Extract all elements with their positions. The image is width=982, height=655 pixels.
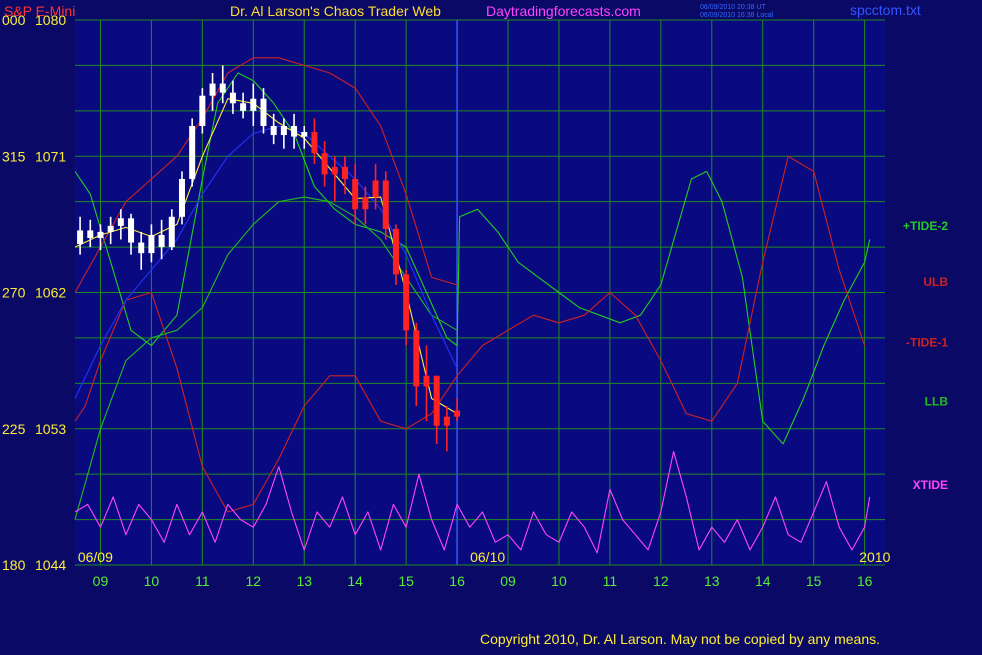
price-bar-body <box>128 218 135 243</box>
x-tick-label: 12 <box>246 573 262 589</box>
price-bar-body <box>189 125 196 179</box>
series-label: +TIDE-2 <box>903 219 948 233</box>
y-tick-price: 1044 <box>35 557 66 573</box>
price-bar-body <box>148 234 155 254</box>
x-tick-label: 15 <box>398 573 414 589</box>
price-bar-body <box>199 95 206 126</box>
timestamp-local: 06/09/2010 16:38 Local <box>700 12 774 19</box>
x-tick-label: 10 <box>144 573 160 589</box>
x-tick-label: 12 <box>653 573 669 589</box>
series-label: LLB <box>925 395 949 409</box>
price-bar-body <box>178 178 185 217</box>
price-bar-body <box>301 132 308 137</box>
copyright-notice: Copyright 2010, Dr. Al Larson. May not b… <box>480 631 880 647</box>
price-bar-body <box>291 125 298 137</box>
price-bar-body <box>168 216 175 248</box>
x-tick-label: 11 <box>195 573 210 589</box>
price-bar-body <box>250 98 257 111</box>
price-bar-body <box>138 242 145 254</box>
x-tick-label: 11 <box>603 573 618 589</box>
price-bar-body <box>372 180 379 198</box>
x-tick-label: 13 <box>296 573 312 589</box>
y-tick-code: 180 <box>2 557 26 573</box>
price-bar-body <box>77 230 84 245</box>
price-bar-body <box>240 103 247 111</box>
site-link[interactable]: Daytradingforecasts.com <box>486 3 641 19</box>
x-tick-label: 10 <box>551 573 567 589</box>
x-tick-label: 14 <box>347 573 363 589</box>
price-bar-body <box>392 228 399 275</box>
chart-title: Dr. Al Larson's Chaos Trader Web <box>230 3 441 19</box>
price-bar-body <box>117 218 124 226</box>
y-tick-code: 225 <box>2 421 26 437</box>
price-bar-body <box>87 230 94 238</box>
y-tick-price: 1071 <box>35 148 66 164</box>
price-bar-body <box>413 330 420 387</box>
x-tick-label: 14 <box>755 573 771 589</box>
date-label: 06/09 <box>78 549 113 565</box>
price-bar-body <box>260 98 267 126</box>
x-tick-label: 16 <box>449 573 465 589</box>
price-bar-body <box>423 375 430 387</box>
price-bar-body <box>352 178 359 210</box>
price-bar-body <box>443 416 450 426</box>
price-bar-body <box>454 410 461 417</box>
chart-container: 000 1080 315 1071 270 1062 225 1053 180 1044 09 10 1… <box>0 0 982 650</box>
price-bar-body <box>433 375 440 426</box>
price-bar-body <box>382 180 389 229</box>
price-bar-body <box>362 197 369 210</box>
price-bar-body <box>158 234 165 248</box>
series-label: XTIDE <box>913 478 948 492</box>
price-bar-body <box>321 153 328 175</box>
x-tick-label: 16 <box>857 573 873 589</box>
y-tick-price: 1062 <box>35 285 66 301</box>
series-label: ULB <box>923 275 948 289</box>
data-file-name: spcctom.txt <box>850 2 921 18</box>
price-bar-body <box>342 166 348 179</box>
price-bar-body <box>280 125 287 136</box>
price-bar-body <box>97 231 104 238</box>
price-bar-body <box>229 92 236 104</box>
x-tick-label: 15 <box>806 573 822 589</box>
price-bar-body <box>219 83 226 93</box>
price-bar-body <box>209 83 216 96</box>
x-tick-label: 09 <box>93 573 109 589</box>
chart-svg: 000 1080315 1071270 1062225 1053180 104409 10 1… <box>0 0 982 650</box>
y-tick-code: 270 <box>2 285 26 301</box>
symbol-title: S&P E-Mini <box>4 3 75 19</box>
price-bar-body <box>331 166 338 175</box>
y-tick-code: 315 <box>2 148 26 164</box>
price-bar-body <box>403 274 410 331</box>
price-bar-body <box>270 125 277 136</box>
y-tick-price: 1053 <box>35 421 66 437</box>
date-label: 06/10 <box>470 549 505 565</box>
x-tick-label: 13 <box>704 573 720 589</box>
x-tick-label: 09 <box>500 573 516 589</box>
series-label: -TIDE-1 <box>906 335 948 349</box>
price-bar-body <box>311 132 318 154</box>
price-bar-body <box>107 225 114 232</box>
date-label: 2010 <box>859 549 890 565</box>
timestamp-utc: 06/09/2010 20:38 UT <box>700 4 766 11</box>
